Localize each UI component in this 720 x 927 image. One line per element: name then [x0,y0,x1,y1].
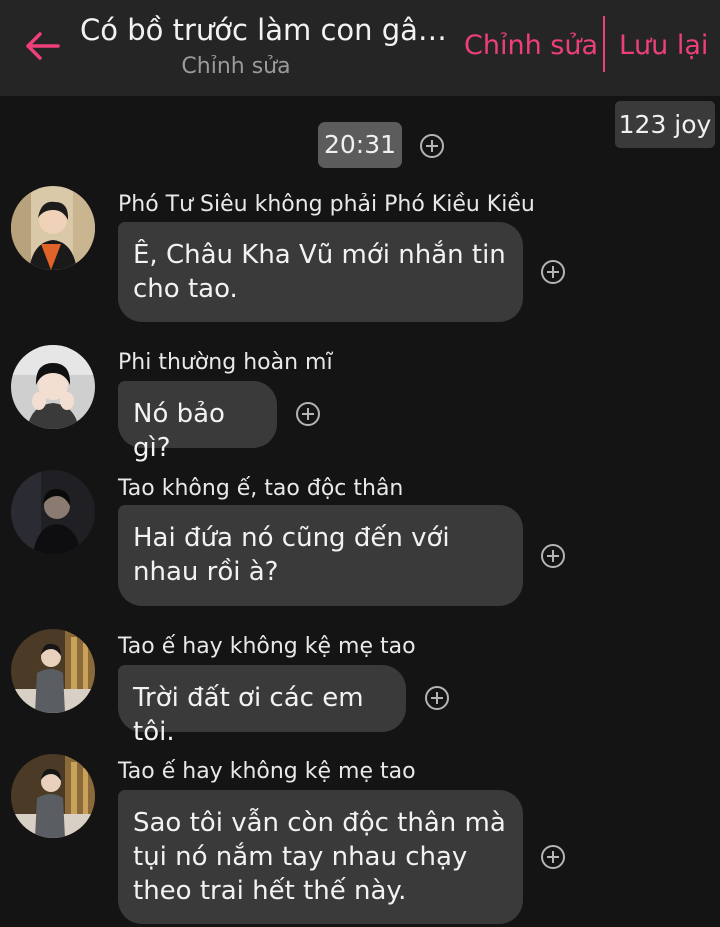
add-reaction-icon[interactable] [296,402,320,426]
add-reaction-icon[interactable] [425,686,449,710]
message-bubble[interactable]: Hai đứa nó cũng đến với nhau rồi à? [118,505,523,606]
avatar [11,470,95,554]
back-button[interactable] [20,24,64,68]
avatar [11,345,95,429]
sender-name: Tao ế hay không kệ mẹ tao [118,634,416,659]
chat-title: Có bồ trước làm con gâu ... [80,13,458,47]
add-reaction-icon[interactable] [541,845,565,869]
sender-name: Phó Tư Siêu không phải Phó Kiều Kiều [118,192,535,217]
avatar [11,629,95,713]
add-reaction-icon[interactable] [541,260,565,284]
message-bubble[interactable]: Sao tôi vẫn còn độc thân mà tụi nó nắm t… [118,790,523,924]
sender-name: Tao không ế, tao độc thân [118,476,404,501]
add-after-timestamp-icon[interactable] [420,134,444,158]
message-bubble[interactable]: Trời đất ơi các em tôi. [118,665,406,747]
message-bubble[interactable]: Ê, Châu Kha Vũ mới nhắn tin cho tao. [118,222,523,322]
header-divider [603,16,605,72]
arrow-left-icon [26,32,60,60]
avatar [11,754,95,838]
coin-badge: 123 joy [615,101,715,148]
timestamp-chip: 20:31 [318,122,402,168]
sender-name: Phi thường hoàn mĩ [118,350,333,375]
message-bubble[interactable]: Nó bảo gì? [118,381,277,463]
add-reaction-icon[interactable] [541,544,565,568]
top-bar: Có bồ trước làm con gâu ... Chỉnh sửa Ch… [0,0,720,96]
chat-subtitle: Chỉnh sửa [181,54,291,79]
avatar [11,186,95,270]
sender-name: Tao ế hay không kệ mẹ tao [118,759,416,784]
edit-button[interactable]: Chỉnh sửa [464,26,598,66]
save-button[interactable]: Lưu lại [619,26,708,66]
